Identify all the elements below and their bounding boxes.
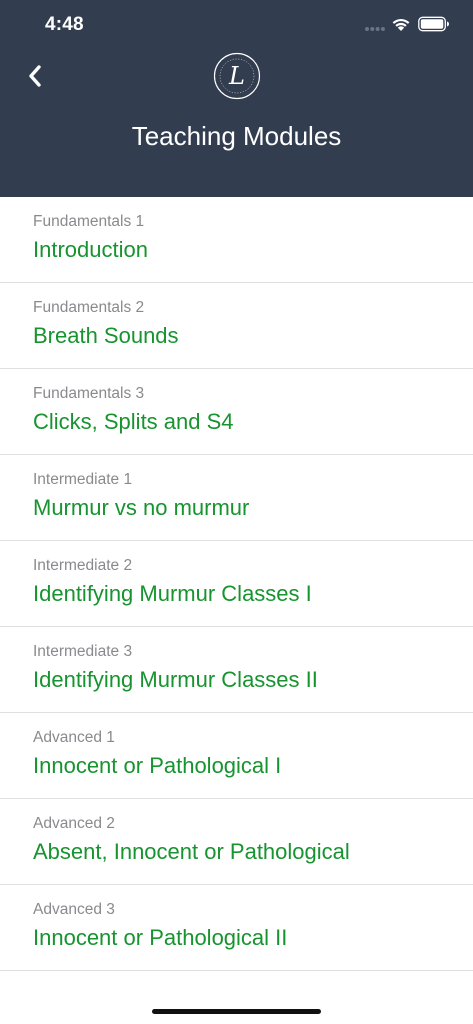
brand-logo: L (213, 52, 261, 100)
back-button[interactable] (20, 58, 50, 94)
status-time: 4:48 (45, 14, 84, 35)
module-row[interactable]: Advanced 2 Absent, Innocent or Pathologic… (0, 799, 473, 885)
screen: 4:48 L Teaching Modules Fundamentals 1 I… (0, 0, 473, 1024)
module-row[interactable]: Fundamentals 2 Breath Sounds (0, 283, 473, 369)
nav-header: 4:48 L Teaching Modules (0, 0, 473, 197)
module-row[interactable]: Fundamentals 1 Introduction (0, 197, 473, 283)
home-indicator (152, 1009, 321, 1014)
module-category: Advanced 2 (33, 815, 115, 832)
module-title: Identifying Murmur Classes II (33, 667, 318, 692)
wifi-icon (392, 18, 410, 31)
module-title: Clicks, Splits and S4 (33, 409, 234, 434)
module-row[interactable]: Advanced 3 Innocent or Pathological II (0, 885, 473, 971)
module-category: Advanced 3 (33, 901, 115, 918)
module-title: Breath Sounds (33, 323, 179, 348)
battery-icon (418, 16, 449, 32)
module-category: Fundamentals 1 (33, 213, 145, 230)
module-list: Fundamentals 1 Introduction Fundamentals 2… (0, 197, 473, 971)
module-row[interactable]: Intermediate 1 Murmur vs no murmur (0, 455, 473, 541)
module-category: Advanced 1 (33, 729, 115, 746)
module-category: Fundamentals 2 (33, 299, 145, 316)
logo-letter: L (228, 62, 245, 90)
module-category: Intermediate 1 (33, 471, 133, 488)
page-title: Teaching Modules (131, 121, 342, 151)
cellular-signal-icon (365, 27, 385, 31)
module-title: Murmur vs no murmur (33, 495, 250, 520)
module-row[interactable]: Fundamentals 3 Clicks, Splits and S4 (0, 369, 473, 455)
module-row[interactable]: Advanced 1 Innocent or Pathological I (0, 713, 473, 799)
module-category: Intermediate 3 (33, 643, 133, 660)
module-row[interactable]: Intermediate 2 Identifying Murmur Classes… (0, 541, 473, 627)
module-title: Innocent or Pathological II (33, 925, 288, 950)
module-category: Intermediate 2 (33, 557, 133, 574)
module-row[interactable]: Intermediate 3 Identifying Murmur Classes… (0, 627, 473, 713)
module-title: Identifying Murmur Classes I (33, 581, 312, 606)
module-title: Introduction (33, 237, 148, 262)
chevron-left-icon (29, 65, 41, 87)
module-category: Fundamentals 3 (33, 385, 145, 402)
module-title: Absent, Innocent or Pathological (33, 839, 350, 864)
module-title: Innocent or Pathological I (33, 753, 282, 778)
